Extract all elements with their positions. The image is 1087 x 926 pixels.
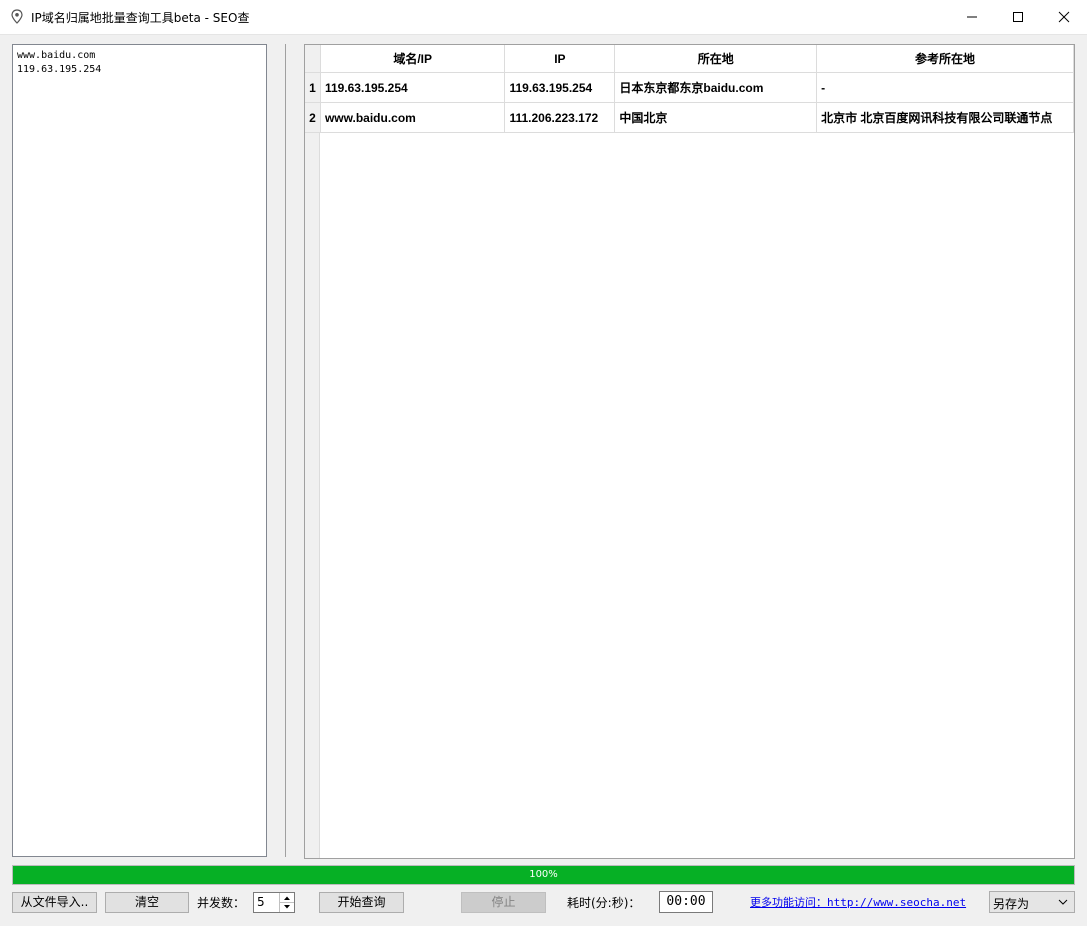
spinner-arrows-icon[interactable] [279, 893, 294, 912]
chevron-down-icon [1058, 899, 1068, 905]
row-number[interactable]: 2 [305, 102, 321, 133]
progress-bar: 100% [12, 865, 1075, 885]
minimize-icon [967, 16, 977, 18]
concurrency-spinner[interactable]: 5 [253, 892, 295, 913]
column-header-domain[interactable]: 域名/IP [320, 45, 506, 73]
results-table: 域名/IP IP 所在地 参考所在地 1 119.63.195.254 119.… [305, 45, 1074, 133]
window-title: IP域名归属地批量查询工具beta - SEO查 [31, 11, 250, 25]
header-row: 域名/IP IP 所在地 参考所在地 [305, 45, 1074, 73]
close-icon [1058, 11, 1070, 23]
domain-input-textarea[interactable]: www.baidu.com 119.63.195.254 [12, 44, 267, 857]
table-row[interactable]: 1 119.63.195.254 119.63.195.254 日本东京都东京b… [305, 72, 1074, 103]
more-features-link[interactable]: 更多功能访问：http://www.seocha.net [750, 894, 966, 910]
column-header-ip[interactable]: IP [504, 45, 616, 73]
import-from-file-button[interactable]: 从文件导入.. [12, 892, 97, 913]
title-bar: IP域名归属地批量查询工具beta - SEO查 [0, 0, 1087, 35]
elapsed-time-label: 耗时(分:秒)： [567, 896, 641, 910]
column-header-location[interactable]: 所在地 [614, 45, 818, 73]
cell-ip[interactable]: 111.206.223.172 [504, 102, 616, 133]
stop-button[interactable]: 停止 [461, 892, 546, 913]
table-row[interactable]: 2 www.baidu.com 111.206.223.172 中国北京 北京市… [305, 102, 1074, 133]
location-pin-icon [10, 9, 24, 25]
maximize-icon [1013, 12, 1023, 22]
cell-domain[interactable]: www.baidu.com [320, 102, 506, 133]
cell-ref-location[interactable]: - [816, 72, 1074, 103]
clear-button[interactable]: 清空 [105, 892, 189, 913]
cell-ref-location[interactable]: 北京市 北京百度网讯科技有限公司联通节点 [816, 102, 1074, 133]
cell-location[interactable]: 日本东京都东京baidu.com [614, 72, 818, 103]
splitter[interactable] [285, 44, 286, 857]
concurrency-label: 并发数： [197, 896, 246, 910]
start-query-button[interactable]: 开始查询 [319, 892, 404, 913]
cell-location[interactable]: 中国北京 [614, 102, 818, 133]
save-as-label: 另存为 [993, 897, 1030, 911]
concurrency-value: 5 [257, 895, 265, 909]
close-button[interactable] [1041, 0, 1087, 34]
cell-ip[interactable]: 119.63.195.254 [504, 72, 616, 103]
save-as-dropdown[interactable]: 另存为 [989, 891, 1075, 913]
row-header-gutter [305, 45, 320, 858]
results-grid[interactable]: 域名/IP IP 所在地 参考所在地 1 119.63.195.254 119.… [304, 44, 1075, 859]
cell-domain[interactable]: 119.63.195.254 [320, 72, 506, 103]
minimize-button[interactable] [949, 0, 995, 34]
maximize-button[interactable] [995, 0, 1041, 34]
column-header-ref-location[interactable]: 参考所在地 [816, 45, 1074, 73]
elapsed-time-display: 00:00 [659, 891, 713, 913]
corner-cell[interactable] [305, 45, 321, 73]
progress-text: 100% [529, 869, 558, 880]
row-number[interactable]: 1 [305, 72, 321, 103]
